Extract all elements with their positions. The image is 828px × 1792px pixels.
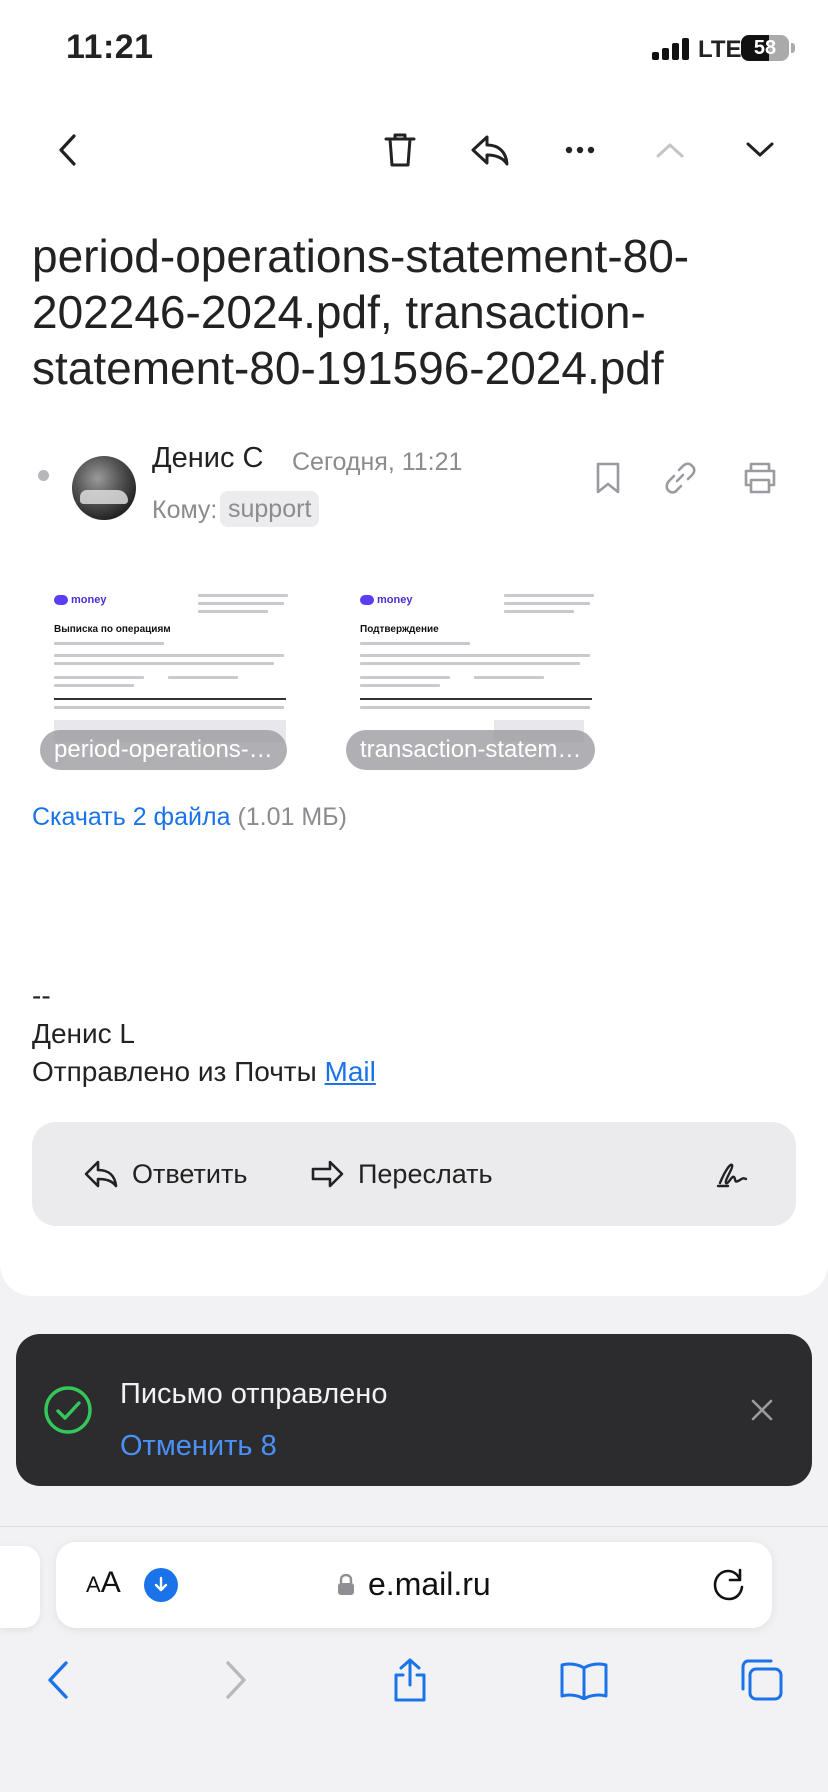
document-title: Подтверждение bbox=[360, 624, 439, 635]
forward-icon bbox=[311, 1160, 344, 1188]
signature-icon[interactable] bbox=[714, 1152, 764, 1196]
bookmark-icon[interactable] bbox=[582, 452, 634, 504]
previous-tab-peek[interactable] bbox=[0, 1546, 40, 1628]
attachment-name-chip: period-operations-… bbox=[40, 730, 287, 770]
share-icon[interactable] bbox=[382, 1652, 438, 1708]
signature-separator: -- bbox=[32, 980, 51, 1011]
tabs-icon[interactable] bbox=[734, 1652, 790, 1708]
url-domain: e.mail.ru bbox=[368, 1566, 491, 1602]
lock-icon bbox=[338, 1574, 354, 1595]
close-icon[interactable] bbox=[740, 1388, 784, 1432]
cellular-signal-icon bbox=[652, 38, 692, 60]
downloads-icon[interactable] bbox=[144, 1568, 178, 1602]
link-icon[interactable] bbox=[654, 452, 706, 504]
email-subject: period-operations-statement-80-202246-20… bbox=[32, 230, 690, 394]
signature-sent-from: Отправлено из Почты Mail bbox=[32, 1056, 376, 1087]
download-size: (1.01 МБ) bbox=[237, 803, 347, 831]
recipient-chip[interactable]: support bbox=[220, 491, 320, 527]
recipient-label: Кому: bbox=[152, 496, 218, 524]
download-all: Скачать 2 файла (1.01 МБ) bbox=[32, 803, 347, 832]
avatar[interactable] bbox=[72, 456, 136, 520]
network-type: LTE bbox=[698, 36, 742, 63]
money-logo: money bbox=[360, 594, 412, 606]
undo-button[interactable]: Отменить 8 bbox=[120, 1430, 277, 1463]
printer-icon[interactable] bbox=[734, 452, 786, 504]
reply-button[interactable]: Ответить bbox=[84, 1152, 247, 1196]
battery-level: 58 bbox=[753, 37, 777, 59]
reply-icon bbox=[84, 1160, 118, 1188]
reload-icon[interactable] bbox=[710, 1566, 748, 1604]
mail-link[interactable]: Mail bbox=[325, 1056, 376, 1087]
clock: 11:21 bbox=[66, 28, 154, 66]
status-bar: 11:21 LTE 58 bbox=[0, 0, 828, 100]
document-title: Выписка по операциям bbox=[54, 624, 171, 635]
address-bar[interactable]: AA e.mail.ru bbox=[56, 1542, 772, 1628]
attachment-preview[interactable]: money Подтверждение transaction-statem… bbox=[340, 568, 612, 780]
unread-indicator[interactable] bbox=[38, 470, 49, 481]
reader-settings-button[interactable]: AA bbox=[86, 1566, 121, 1600]
forward-label: Переслать bbox=[358, 1158, 493, 1189]
back-icon[interactable] bbox=[30, 1652, 86, 1708]
more-horizontal-icon[interactable] bbox=[552, 122, 608, 178]
money-logo: money bbox=[54, 594, 106, 606]
check-circle-icon bbox=[44, 1386, 92, 1434]
forward-button[interactable]: Переслать bbox=[310, 1152, 493, 1196]
sender-name[interactable]: Денис С bbox=[152, 442, 263, 475]
attachment-name-chip: transaction-statem… bbox=[346, 730, 596, 770]
signature-name: Денис L bbox=[32, 1018, 135, 1049]
reply-icon[interactable] bbox=[462, 122, 518, 178]
reply-label: Ответить bbox=[132, 1158, 248, 1189]
forward-icon[interactable] bbox=[208, 1652, 264, 1708]
battery-nub bbox=[791, 43, 795, 53]
chevron-left-icon[interactable] bbox=[40, 122, 96, 178]
sent-toast: Письмо отправлено Отменить 8 bbox=[16, 1334, 812, 1486]
trash-icon[interactable] bbox=[372, 122, 428, 178]
battery-icon: 58 bbox=[741, 35, 789, 61]
chevron-down-icon[interactable] bbox=[732, 122, 788, 178]
download-all-link[interactable]: Скачать 2 файла bbox=[32, 803, 230, 831]
reply-bar: Ответить Переслать bbox=[32, 1122, 796, 1226]
email-date: Сегодня, 11:21 bbox=[292, 448, 463, 476]
bookmarks-icon[interactable] bbox=[556, 1652, 612, 1708]
chevron-up-icon[interactable] bbox=[642, 122, 698, 178]
toast-message: Письмо отправлено bbox=[120, 1378, 388, 1410]
attachment-preview[interactable]: money Выписка по операциям period-operat… bbox=[34, 568, 306, 780]
